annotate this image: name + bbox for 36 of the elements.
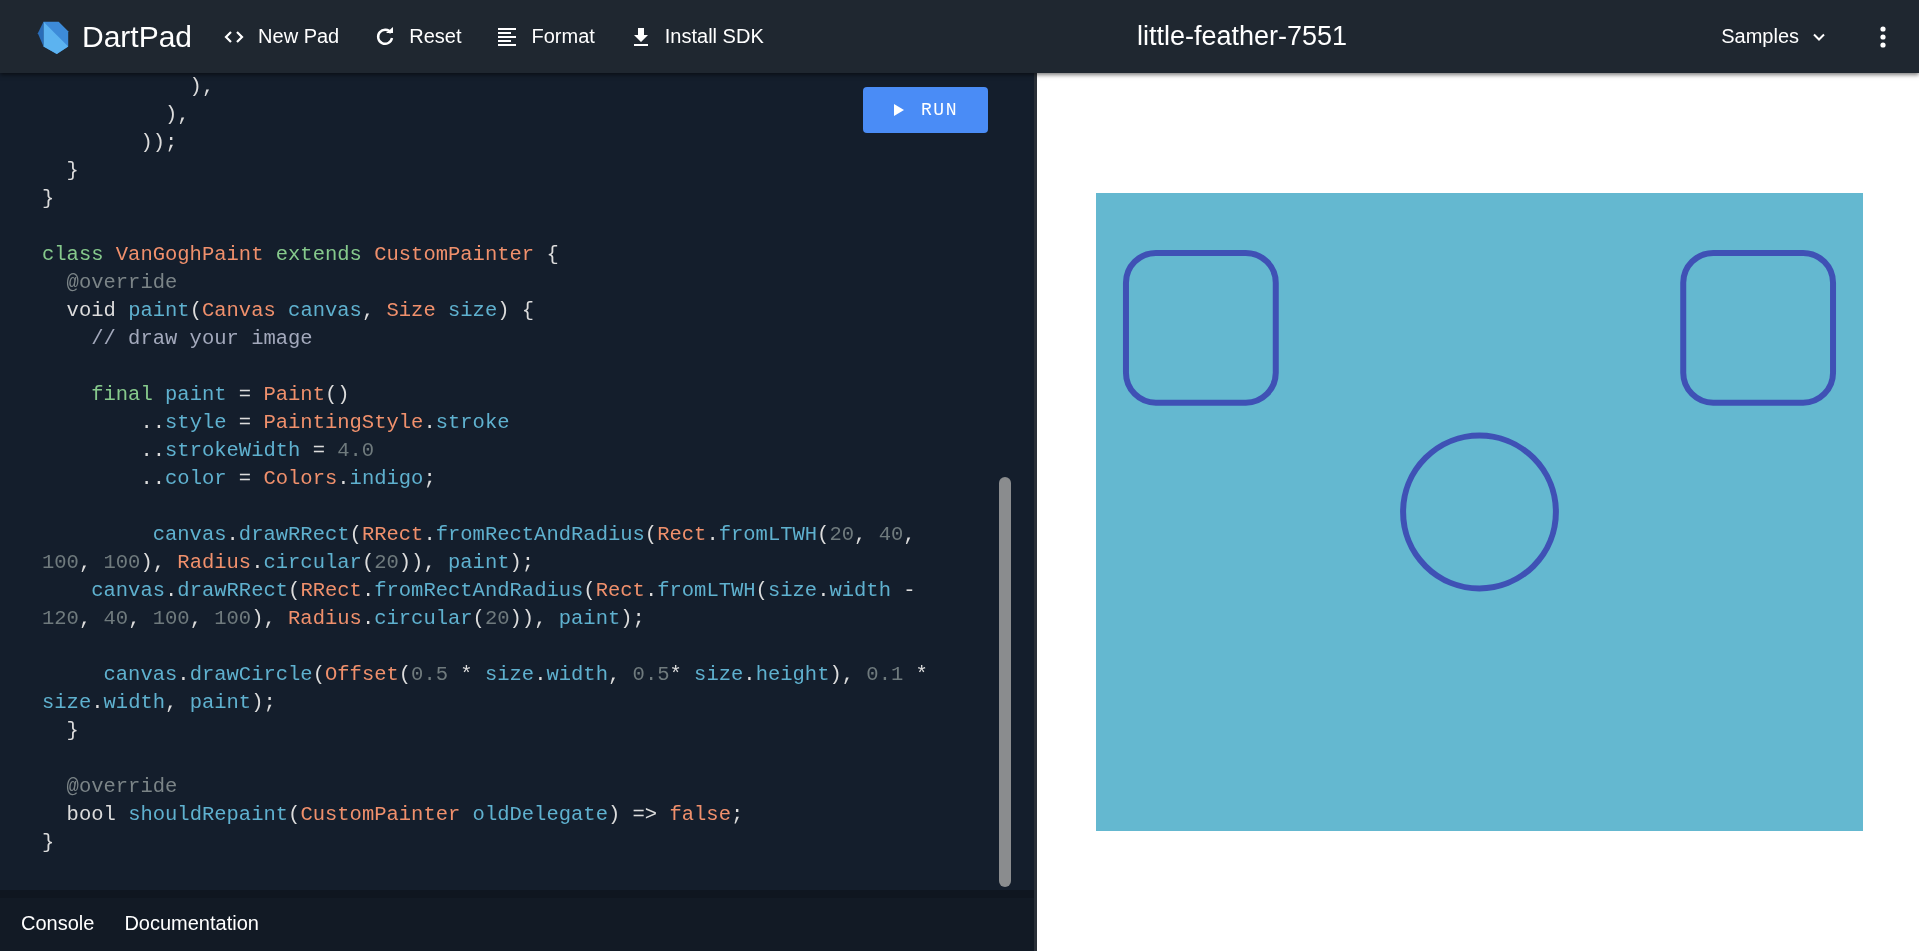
scrollbar[interactable] [999, 477, 1011, 887]
toolbar-button[interactable]: Format [487, 18, 603, 55]
code-line: )); [139, 130, 178, 156]
code-editor[interactable] [0, 73, 1034, 890]
app-name: DartPad [82, 19, 193, 54]
code-line: ..color = Colors.indigo; [139, 466, 436, 492]
code-line: 100, 100), Radius.circular(20)), paint); [42, 550, 535, 576]
play-icon [893, 103, 906, 117]
code-line: } [42, 830, 55, 856]
code-line: ..style = PaintingStyle.stroke [139, 410, 510, 436]
code-line: 120, 40, 100, 100), Radius.circular(20)), paint); [42, 606, 645, 632]
code-line: size.width, paint); [42, 690, 276, 716]
code-line: class VanGoghPaint extends CustomPainter { [42, 242, 559, 268]
samples-dropdown[interactable]: Samples [1715, 24, 1835, 49]
toolbar-button[interactable]: Reset [365, 18, 470, 55]
code-line: // draw your image [90, 326, 313, 352]
code-line: canvas.drawCircle(Offset(0.5 * size.width, 0.5* size.height), 0.1 * [102, 662, 928, 688]
code-line: final paint = Paint() [90, 382, 350, 408]
code-line: } [65, 718, 79, 744]
code-line: ..strokeWidth = 4.0 [139, 438, 375, 464]
code-line: ), [188, 74, 215, 100]
code-line: canvas.drawRRect(RRect.fromRectAndRadius(Rect.fromLTWH(size.width - [90, 578, 916, 604]
toolbar-button[interactable]: New Pad [214, 18, 348, 55]
code-line: @override [65, 270, 178, 296]
code-line: ), [164, 102, 190, 128]
code-line: canvas.drawRRect(RRect.fromRectAndRadius(Rect.fromLTWH(20, 40, [151, 522, 916, 548]
code-line: } [65, 158, 79, 184]
code-line: bool shouldRepaint(CustomPainter oldDelegate) => false; [65, 802, 744, 828]
panel-tab[interactable]: Documentation [113, 906, 270, 943]
toolbar-button[interactable]: Install SDK [620, 18, 772, 55]
more-icon [1879, 24, 1887, 49]
pad-title: little-feather-7551 [1136, 21, 1348, 52]
code-line: } [42, 186, 55, 212]
code-line: @override [65, 774, 178, 800]
panel-tab[interactable]: Console [10, 906, 106, 943]
code-line: void paint(Canvas canvas, Size size) { [65, 298, 535, 324]
